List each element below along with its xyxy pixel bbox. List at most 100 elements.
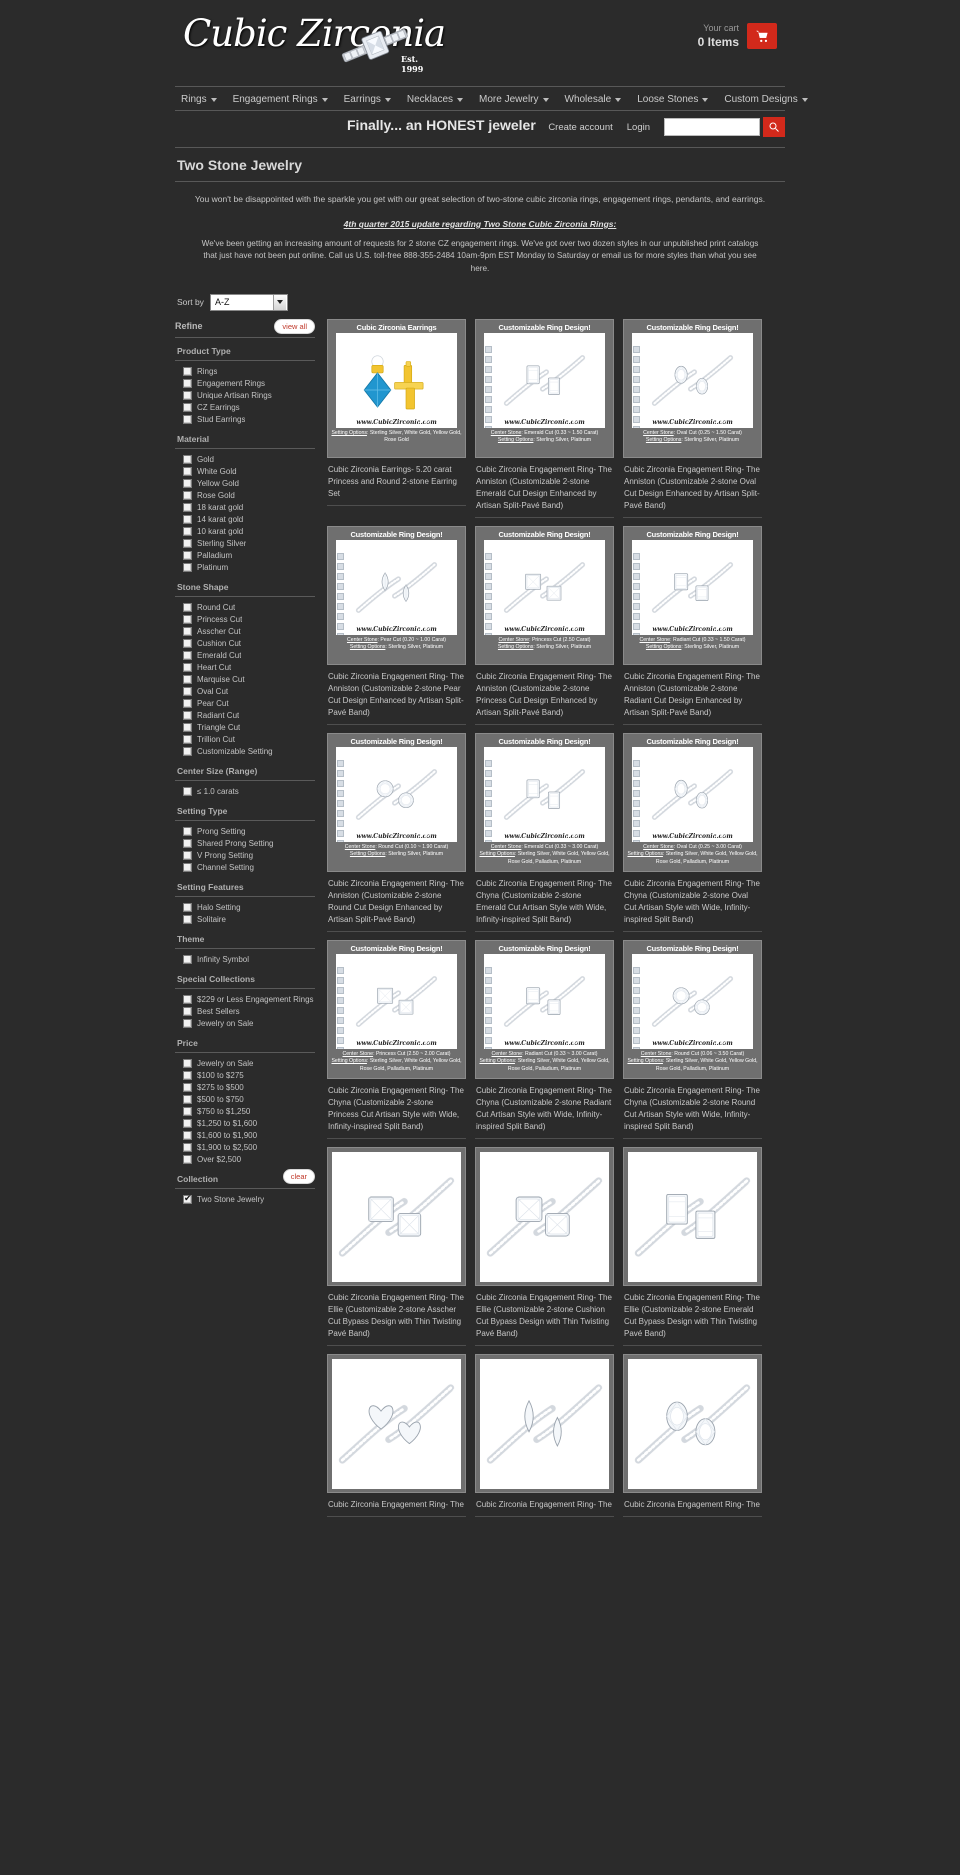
product-thumbnail[interactable]: Customizable Ring Design! www.CubicZirco… <box>623 318 762 458</box>
product-card[interactable]: Customizable Ring Design! www.CubicZirco… <box>475 732 614 932</box>
product-title[interactable]: Cubic Zirconia Engagement Ring- The Chyn… <box>623 1079 762 1133</box>
sort-select[interactable]: A-Z <box>209 293 288 311</box>
checkbox-icon[interactable] <box>183 455 192 465</box>
filter-option[interactable]: Rose Gold <box>175 490 315 502</box>
product-card[interactable]: Customizable Ring Design! www.CubicZirco… <box>475 525 614 725</box>
filter-option[interactable]: $275 to $500 <box>175 1082 315 1094</box>
filter-option[interactable]: $750 to $1,250 <box>175 1106 315 1118</box>
checkbox-icon[interactable] <box>183 1007 192 1017</box>
filter-option[interactable]: Sterling Silver <box>175 538 315 550</box>
filter-option[interactable]: $500 to $750 <box>175 1094 315 1106</box>
product-card[interactable]: Cubic Zirconia Cubic Zirconia Engagement … <box>327 1146 466 1346</box>
product-title[interactable]: Cubic Zirconia Engagement Ring- The Chyn… <box>475 872 614 926</box>
checkbox-icon[interactable] <box>183 851 192 861</box>
product-thumbnail[interactable]: Customizable Ring Design! www.CubicZirco… <box>623 939 762 1079</box>
product-card[interactable]: Customizable Ring Design! www.CubicZirco… <box>475 318 614 518</box>
product-card[interactable]: Customizable Ring Design! www.CubicZirco… <box>327 732 466 932</box>
checkbox-icon[interactable] <box>183 391 192 401</box>
checkbox-icon[interactable] <box>183 1071 192 1081</box>
filter-option[interactable]: CZ Earrings <box>175 402 315 414</box>
checkbox-icon[interactable] <box>183 1193 192 1205</box>
filter-option[interactable]: Jewelry on Sale <box>175 1058 315 1070</box>
product-card[interactable]: Customizable Ring Design! www.CubicZirco… <box>623 939 762 1139</box>
product-thumbnail[interactable]: Customizable Ring Design! www.CubicZirco… <box>623 732 762 872</box>
filter-option[interactable]: Jewelry on Sale <box>175 1018 315 1030</box>
product-thumbnail[interactable]: Customizable Ring Design! www.CubicZirco… <box>475 732 614 872</box>
checkbox-icon[interactable] <box>183 603 192 613</box>
checkbox-icon[interactable] <box>183 479 192 489</box>
filter-option[interactable]: ≤ 1.0 carats <box>175 786 315 798</box>
filter-option[interactable]: 14 karat gold <box>175 514 315 526</box>
stone-shape-selector[interactable] <box>633 552 642 635</box>
product-card[interactable]: Customizable Ring Design! www.CubicZirco… <box>475 939 614 1139</box>
stone-shape-selector[interactable] <box>485 966 494 1049</box>
checkbox-icon[interactable] <box>183 515 192 525</box>
login-link[interactable]: Login <box>627 122 650 133</box>
view-all-button[interactable]: view all <box>274 318 315 334</box>
filter-option[interactable]: $1,600 to $1,900 <box>175 1130 315 1142</box>
nav-item-custom-designs[interactable]: Custom Designs <box>724 94 808 105</box>
nav-item-earrings[interactable]: Earrings <box>344 94 391 105</box>
filter-option[interactable]: Emerald Cut <box>175 650 315 662</box>
filter-option[interactable]: Princess Cut <box>175 614 315 626</box>
filter-option[interactable]: Asscher Cut <box>175 626 315 638</box>
checkbox-icon[interactable] <box>183 711 192 721</box>
checkbox-icon[interactable] <box>183 735 192 745</box>
product-title[interactable]: Cubic Zirconia Engagement Ring- The Anni… <box>475 665 614 719</box>
filter-option[interactable]: Engagement Rings <box>175 378 315 390</box>
product-title[interactable]: Cubic Zirconia Engagement Ring- The Anni… <box>327 872 466 926</box>
checkbox-icon[interactable] <box>183 1107 192 1117</box>
product-title[interactable]: Cubic Zirconia Engagement Ring- The Elli… <box>475 1286 614 1340</box>
checkbox-icon[interactable] <box>183 903 192 913</box>
filter-option[interactable]: Prong Setting <box>175 826 315 838</box>
product-card[interactable]: Customizable Ring Design! www.CubicZirco… <box>623 318 762 518</box>
product-card[interactable]: Customizable Ring Design! www.CubicZirco… <box>327 939 466 1139</box>
stone-shape-selector[interactable] <box>485 345 494 428</box>
product-card[interactable]: Cubic Zirconia Cubic Zirconia Engagement … <box>327 1353 466 1517</box>
product-title[interactable]: Cubic Zirconia Engagement Ring- The Chyn… <box>623 872 762 926</box>
product-card[interactable]: Customizable Ring Design! www.CubicZirco… <box>327 525 466 725</box>
filter-option[interactable]: Unique Artisan Rings <box>175 390 315 402</box>
checkbox-icon[interactable] <box>183 1119 192 1129</box>
product-thumbnail[interactable]: Customizable Ring Design! www.CubicZirco… <box>475 525 614 665</box>
product-thumbnail[interactable]: Customizable Ring Design! www.CubicZirco… <box>327 732 466 872</box>
cart-button[interactable] <box>747 23 777 50</box>
checkbox-icon[interactable] <box>183 723 192 733</box>
filter-option[interactable]: Radiant Cut <box>175 710 315 722</box>
search-input[interactable] <box>664 118 760 136</box>
checkbox-icon[interactable] <box>183 527 192 537</box>
nav-item-rings[interactable]: Rings <box>181 94 217 105</box>
product-title[interactable]: Cubic Zirconia Engagement Ring- The <box>327 1493 466 1511</box>
checkbox-icon[interactable] <box>183 687 192 697</box>
filter-option[interactable]: $229 or Less Engagement Rings <box>175 994 315 1006</box>
product-card[interactable]: Cubic Zirconia Cubic Zirconia Engagement … <box>623 1146 762 1346</box>
product-title[interactable]: Cubic Zirconia Engagement Ring- The Anni… <box>327 665 466 719</box>
product-title[interactable]: Cubic Zirconia Engagement Ring- The <box>475 1493 614 1511</box>
filter-option[interactable]: Over $2,500 <box>175 1154 315 1166</box>
nav-item-engagement-rings[interactable]: Engagement Rings <box>233 94 328 105</box>
checkbox-icon[interactable] <box>183 651 192 661</box>
checkbox-icon[interactable] <box>183 639 192 649</box>
checkbox-icon[interactable] <box>183 1019 192 1029</box>
nav-item-wholesale[interactable]: Wholesale <box>565 94 622 105</box>
stone-shape-selector[interactable] <box>633 759 642 842</box>
product-thumbnail[interactable]: Customizable Ring Design! www.CubicZirco… <box>327 525 466 665</box>
site-logo[interactable]: Cubic Zirconia Est. 1999 <box>183 12 446 74</box>
checkbox-icon[interactable] <box>183 563 192 573</box>
checkbox-icon[interactable] <box>183 787 192 797</box>
filter-option[interactable]: Shared Prong Setting <box>175 838 315 850</box>
stone-shape-selector[interactable] <box>633 966 642 1049</box>
checkbox-icon[interactable] <box>183 379 192 389</box>
product-title[interactable]: Cubic Zirconia Engagement Ring- The Anni… <box>623 458 762 512</box>
product-thumbnail[interactable]: Cubic Zirconia <box>475 1146 614 1286</box>
product-title[interactable]: Cubic Zirconia Earrings- 5.20 carat Prin… <box>327 458 466 500</box>
filter-option[interactable]: Round Cut <box>175 602 315 614</box>
product-thumbnail[interactable]: Customizable Ring Design! www.CubicZirco… <box>475 939 614 1079</box>
product-card[interactable]: Cubic Zirconia Cubic Zirconia Engagement … <box>623 1353 762 1517</box>
filter-option[interactable]: Trillion Cut <box>175 734 315 746</box>
checkbox-icon[interactable] <box>183 675 192 685</box>
checkbox-icon[interactable] <box>183 491 192 501</box>
checkbox-icon[interactable] <box>183 747 192 757</box>
product-title[interactable]: Cubic Zirconia Engagement Ring- The Anni… <box>475 458 614 512</box>
filter-option[interactable]: 18 karat gold <box>175 502 315 514</box>
